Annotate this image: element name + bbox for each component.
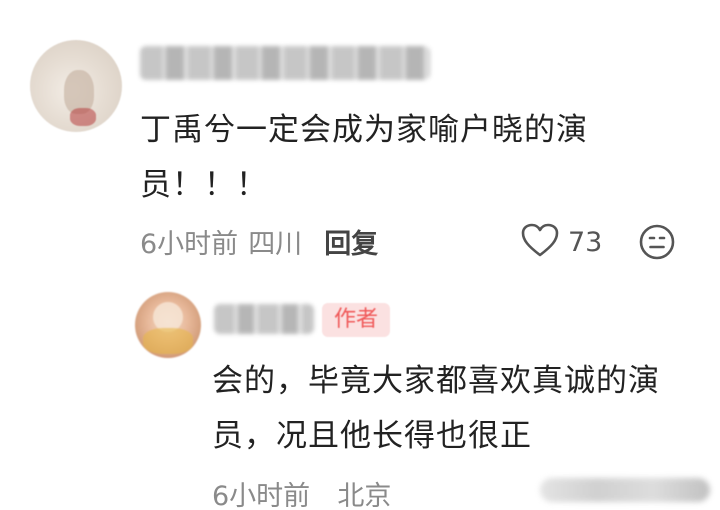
reply-username-blurred[interactable] xyxy=(214,304,314,334)
reply-avatar[interactable] xyxy=(135,292,201,358)
reply-meta: 6小时前 北京 xyxy=(212,474,391,510)
heart-outline-icon xyxy=(520,222,560,262)
avatar[interactable] xyxy=(30,40,122,132)
reply-text: 会的，毕竟大家都喜欢真诚的演员，况且他长得也很正 xyxy=(212,363,660,454)
username-blurred[interactable] xyxy=(140,46,430,80)
like-count: 73 xyxy=(568,226,603,258)
comment-text: 丁禹兮一定会成为家喻户晓的演员！！！ xyxy=(140,112,588,203)
blurred-element xyxy=(540,478,710,502)
avatar-detail xyxy=(143,328,193,354)
reply-button[interactable]: 回复 xyxy=(324,222,378,261)
like-button[interactable]: 73 xyxy=(520,222,602,262)
author-badge: 作者 xyxy=(322,303,391,337)
comment-time: 6小时前 xyxy=(140,229,239,260)
reply-time: 6小时前 xyxy=(212,481,311,510)
comment-location: 四川 xyxy=(248,229,303,260)
comment-meta: 6小时前 四川 回复 xyxy=(140,222,378,261)
avatar-detail xyxy=(70,108,96,126)
neutral-face-icon[interactable] xyxy=(638,223,676,265)
comment-thread: 丁禹兮一定会成为家喻户晓的演员！！！ 6小时前 四川 回复 73 作者 会的，毕… xyxy=(0,0,720,510)
reply-location: 北京 xyxy=(337,481,392,510)
